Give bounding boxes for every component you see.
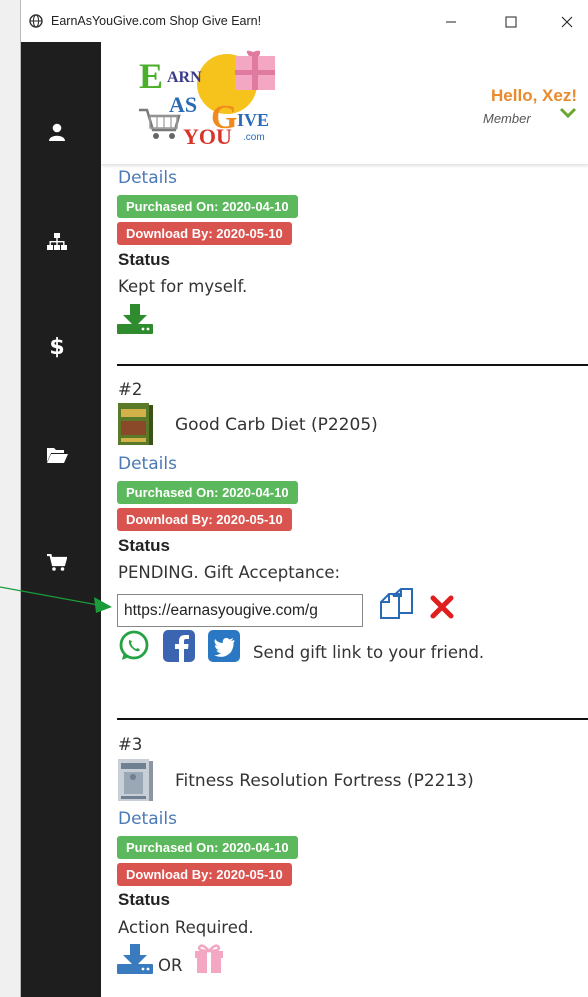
title-bar: EarnAsYouGive.com Shop Give Earn! — [21, 0, 588, 42]
maximize-button[interactable] — [491, 8, 531, 36]
download-by-badge: Download By: 2020-05-10 — [117, 863, 292, 886]
gift-icon[interactable] — [193, 942, 225, 973]
product-thumbnail[interactable] — [118, 403, 153, 445]
download-icon[interactable] — [117, 304, 153, 334]
copy-icon[interactable] — [377, 588, 415, 624]
status-label: Status — [118, 890, 170, 909]
sidebar-item-files[interactable] — [45, 443, 69, 467]
download-by-badge: Download By: 2020-05-10 — [117, 222, 292, 245]
close-button[interactable] — [547, 8, 587, 36]
page-header: E ARN AS G IVE YOU .com Hello, Xez! Memb… — [101, 42, 588, 164]
status-text: Action Required. — [118, 918, 254, 937]
product-title: Good Carb Diet (P2205) — [175, 415, 378, 435]
status-text: PENDING. Gift Acceptance: — [118, 563, 341, 582]
product-thumbnail[interactable] — [118, 759, 153, 801]
whatsapp-icon[interactable] — [118, 630, 150, 662]
dollar-icon: $ — [49, 334, 65, 360]
download-by-badge: Download By: 2020-05-10 — [117, 508, 292, 531]
sitemap-icon — [47, 233, 67, 250]
details-link[interactable]: Details — [118, 454, 177, 474]
order-number: #2 — [118, 380, 143, 399]
user-icon — [49, 123, 65, 141]
sidebar-item-shop[interactable] — [45, 551, 69, 575]
sidebar-item-network[interactable] — [45, 230, 69, 254]
svg-text:AS: AS — [169, 92, 197, 117]
globe-icon — [29, 14, 43, 28]
annotation-arrow — [0, 586, 112, 613]
purchased-badge: Purchased On: 2020-04-10 — [117, 836, 298, 859]
maximize-icon — [505, 16, 517, 28]
status-text: Kept for myself. — [118, 277, 248, 296]
facebook-icon[interactable] — [163, 630, 195, 662]
user-role: Member — [483, 111, 531, 126]
delete-icon[interactable] — [429, 594, 455, 620]
details-link[interactable]: Details — [118, 168, 177, 188]
sidebar: $ — [21, 42, 101, 997]
svg-text:E: E — [139, 56, 163, 96]
sidebar-item-profile[interactable] — [45, 120, 69, 144]
folder-open-icon — [47, 448, 68, 463]
order-divider — [117, 364, 588, 366]
svg-text:IVE: IVE — [237, 110, 269, 130]
share-instructions: Send gift link to your friend. — [253, 643, 485, 662]
svg-text:YOU: YOU — [183, 124, 232, 149]
order-divider — [117, 718, 588, 720]
logo[interactable]: E ARN AS G IVE YOU .com — [135, 48, 285, 150]
sidebar-item-earnings[interactable]: $ — [45, 334, 69, 360]
chevron-down-icon[interactable] — [559, 107, 577, 119]
download-icon[interactable] — [117, 944, 153, 974]
gift-link-input[interactable]: https://earnasyougive.com/g — [117, 594, 363, 627]
window-title: EarnAsYouGive.com Shop Give Earn! — [51, 14, 262, 28]
purchased-badge: Purchased On: 2020-04-10 — [117, 195, 298, 218]
minimize-button[interactable] — [431, 8, 471, 36]
desktop-gutter — [0, 0, 20, 997]
main-content: E ARN AS G IVE YOU .com Hello, Xez! Memb… — [101, 42, 588, 997]
twitter-icon[interactable] — [208, 630, 240, 662]
svg-text:.com: .com — [243, 132, 265, 143]
close-icon — [561, 16, 573, 28]
order-number: #3 — [118, 735, 143, 754]
status-label: Status — [118, 250, 170, 269]
or-separator: OR — [158, 956, 183, 975]
cart-icon — [47, 554, 67, 571]
app-window: EarnAsYouGive.com Shop Give Earn! $ E AR… — [20, 0, 588, 997]
user-greeting[interactable]: Hello, Xez! — [491, 86, 577, 106]
details-link[interactable]: Details — [118, 809, 177, 829]
status-label: Status — [118, 536, 170, 555]
minimize-icon — [446, 21, 456, 23]
svg-text:ARN: ARN — [167, 69, 202, 86]
purchased-badge: Purchased On: 2020-04-10 — [117, 481, 298, 504]
product-title: Fitness Resolution Fortress (P2213) — [175, 771, 474, 791]
